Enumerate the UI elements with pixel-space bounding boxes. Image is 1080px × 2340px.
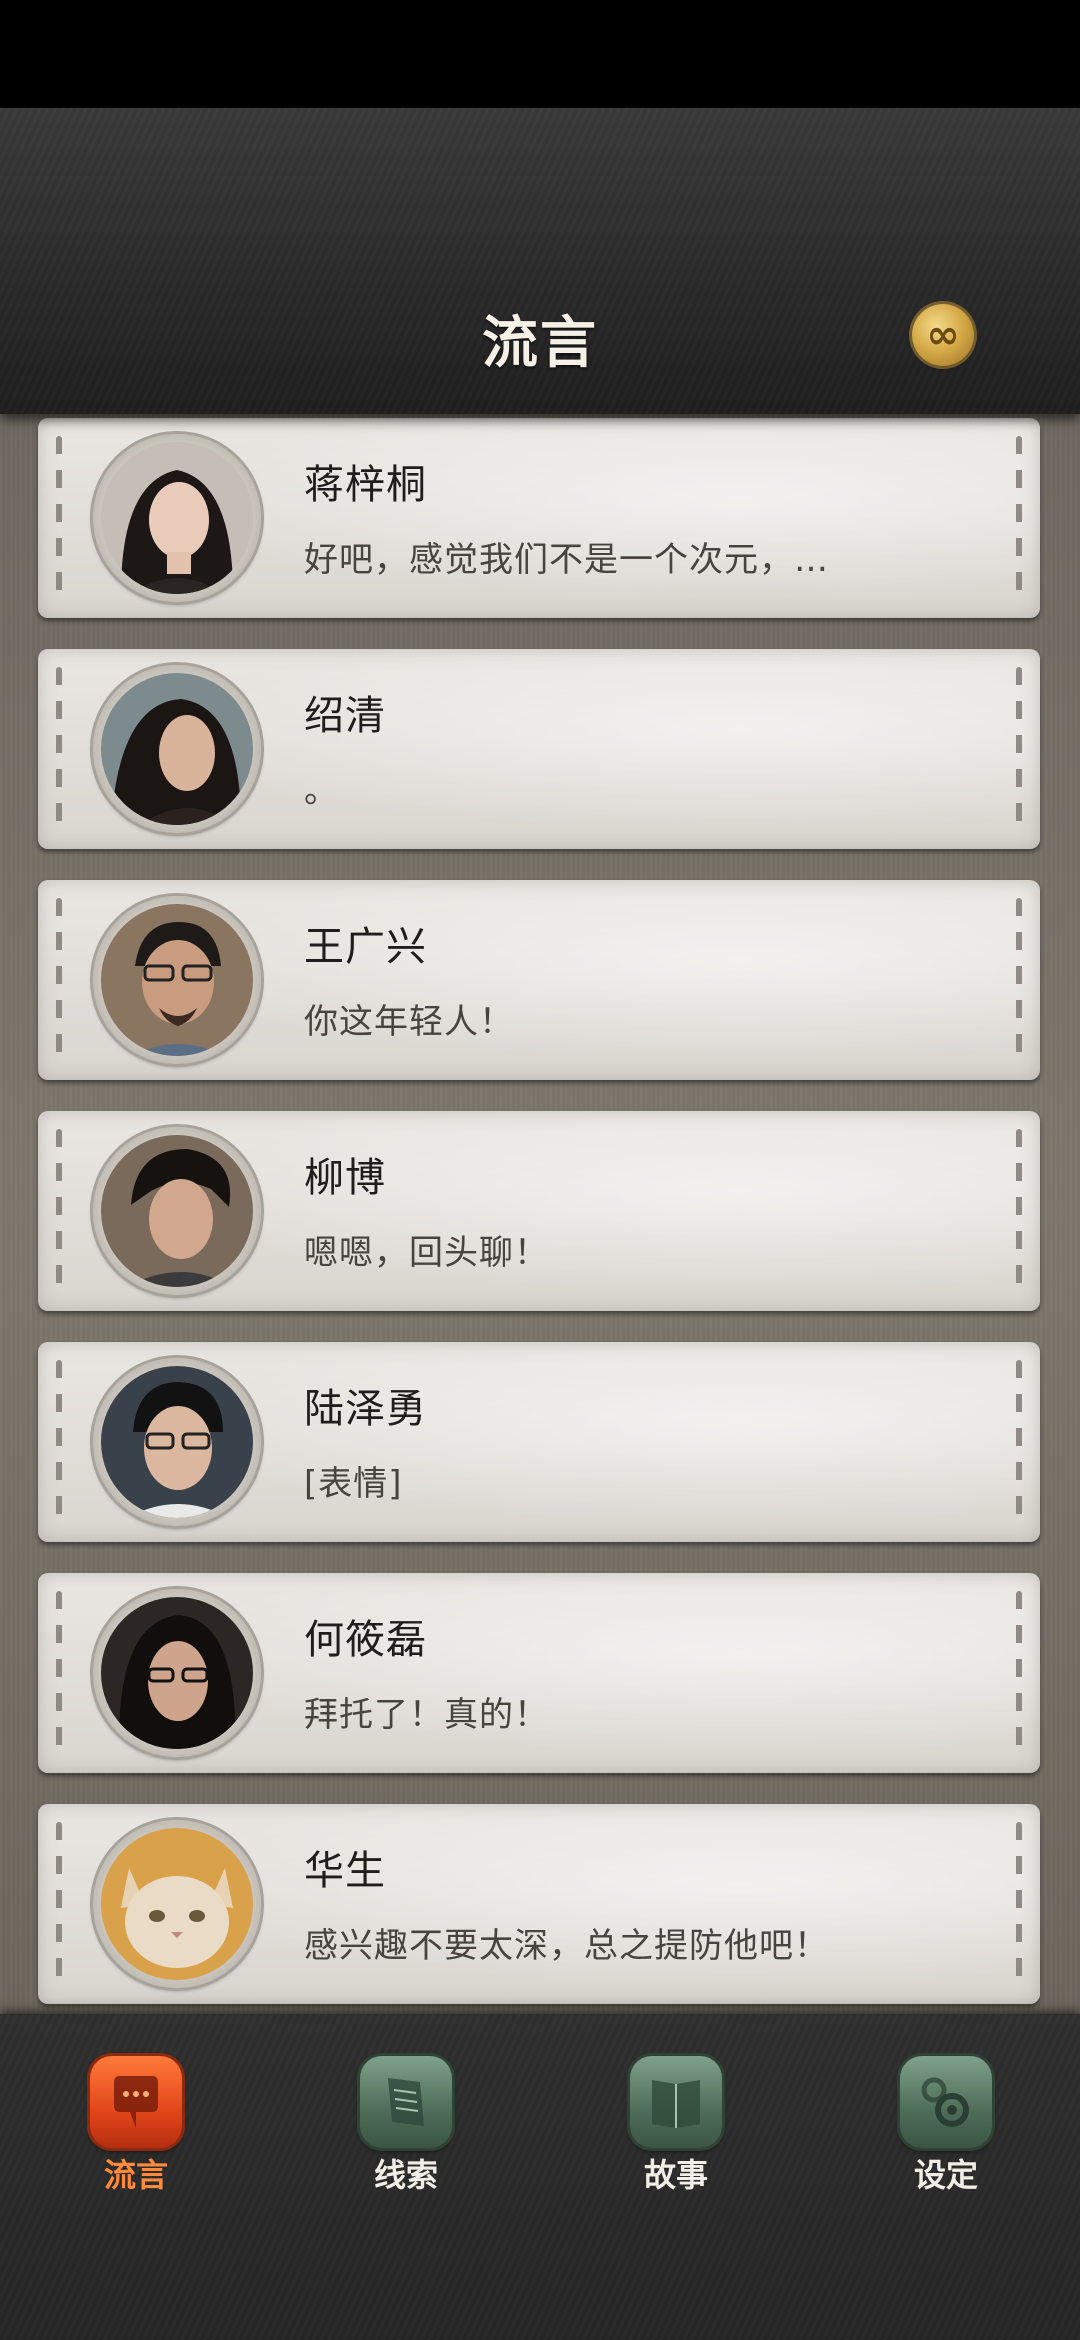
contact-card[interactable]: 王广兴 你这年轻人！ [38,880,1040,1080]
contact-list: 蒋梓桐 好吧，感觉我们不是一个次元，… 绍清 。 王广兴 你这年轻人！ 柳博 嗯… [0,414,1080,2014]
contact-name: 华生 [304,1848,386,1894]
card-stitch-decoration [56,1129,62,1293]
app-screen: 流言 ∞ 蒋梓桐 好吧，感觉我们不是一个次元，… 绍清 。 王广兴 你这年轻人！… [0,0,1080,2340]
avatar-portrait-icon [101,1597,253,1749]
card-stitch-decoration [56,1360,62,1524]
card-stitch-decoration [56,667,62,831]
contact-name: 陆泽勇 [304,1386,427,1432]
avatar [93,434,261,602]
card-stitch-decoration [1016,667,1022,831]
bottom-navigation: 流言 线索 故事 设定 [0,2014,1080,2340]
avatar-portrait-icon [101,1135,253,1287]
contact-name: 王广兴 [304,924,427,970]
contact-name: 柳博 [304,1155,386,1201]
tab-label: 流言 [103,2156,168,2194]
card-stitch-decoration [1016,1822,1022,1986]
avatar [93,1127,261,1295]
card-stitch-decoration [56,1591,62,1755]
tab-label: 设定 [913,2156,978,2194]
contact-last-message: 拜托了！真的！ [304,1695,549,1735]
contact-last-message: 好吧，感觉我们不是一个次元，… [304,540,829,580]
tab-clues[interactable]: 线索 [346,2048,466,2198]
contact-name: 绍清 [304,693,386,739]
avatar [93,1820,261,1988]
header-bar: 流言 ∞ [0,108,1080,414]
tab-label: 线索 [373,2156,438,2194]
card-stitch-decoration [1016,1591,1022,1755]
tab-rumors[interactable]: 流言 [76,2048,196,2198]
card-stitch-decoration [1016,1360,1022,1524]
gear-icon [900,2056,992,2148]
chat-bubble-icon [90,2056,182,2148]
card-stitch-decoration [1016,1129,1022,1293]
notes-icon [360,2056,452,2148]
contact-card[interactable]: 何筱磊 拜托了！真的！ [38,1573,1040,1773]
tab-settings[interactable]: 设定 [886,2048,1006,2198]
avatar [93,1358,261,1526]
contact-card[interactable]: 柳博 嗯嗯，回头聊！ [38,1111,1040,1311]
card-stitch-decoration [56,898,62,1062]
card-stitch-decoration [56,436,62,600]
avatar [93,665,261,833]
avatar [93,1589,261,1757]
avatar-portrait-icon [101,1366,253,1518]
contact-card[interactable]: 绍清 。 [38,649,1040,849]
contact-last-message: 嗯嗯，回头聊！ [304,1233,549,1273]
tab-label: 故事 [643,2156,708,2194]
cat-avatar-icon [101,1828,253,1980]
avatar-portrait-icon [101,673,253,825]
contact-card[interactable]: 陆泽勇 [表情] [38,1342,1040,1542]
avatar [93,896,261,1064]
contact-last-message: 你这年轻人！ [304,1002,514,1042]
card-stitch-decoration [56,1822,62,1986]
avatar-portrait-icon [101,904,253,1056]
contact-card[interactable]: 华生 感兴趣不要太深，总之提防他吧！ [38,1804,1040,2004]
status-bar [0,0,1080,108]
contact-name: 何筱磊 [304,1617,427,1663]
infinity-coin-icon[interactable]: ∞ [912,304,974,366]
contact-name: 蒋梓桐 [304,462,427,508]
avatar-portrait-icon [101,442,253,594]
card-stitch-decoration [1016,436,1022,600]
card-stitch-decoration [1016,898,1022,1062]
contact-last-message: [表情] [304,1464,403,1504]
contact-card[interactable]: 蒋梓桐 好吧，感觉我们不是一个次元，… [38,418,1040,618]
contact-last-message: 感兴趣不要太深，总之提防他吧！ [304,1926,829,1966]
tab-story[interactable]: 故事 [616,2048,736,2198]
book-icon [630,2056,722,2148]
contact-last-message: 。 [304,771,339,811]
